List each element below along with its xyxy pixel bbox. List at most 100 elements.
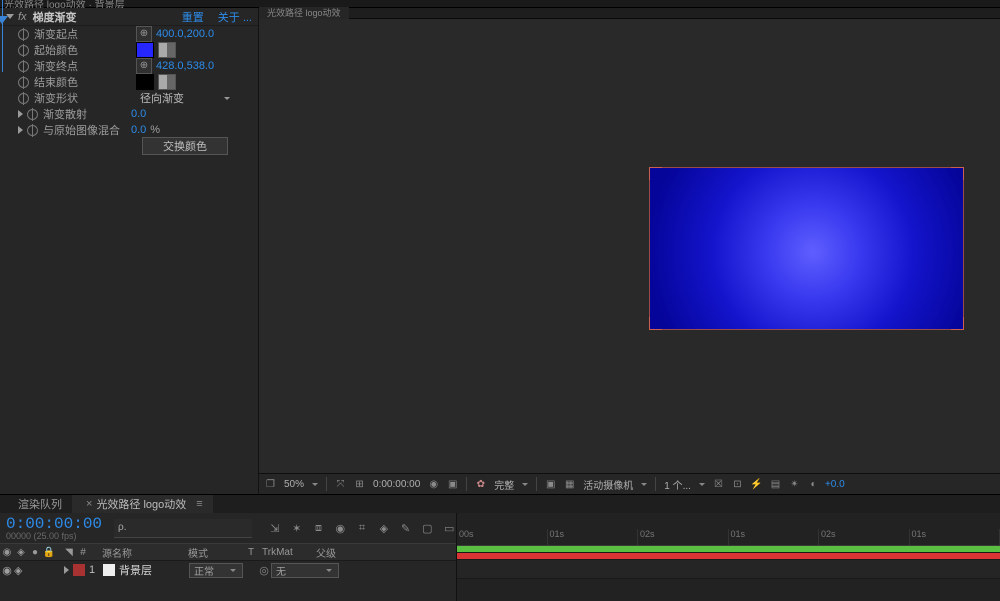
twirl-right-icon[interactable] xyxy=(18,110,23,118)
audio-column-icon[interactable]: ◈ xyxy=(14,547,28,558)
reset-link[interactable]: 重置 xyxy=(182,9,204,25)
stopwatch-icon[interactable] xyxy=(18,45,29,56)
work-area-track[interactable] xyxy=(457,546,1000,553)
share-icon[interactable]: ☒ xyxy=(711,477,726,492)
stopwatch-icon[interactable] xyxy=(18,29,29,40)
lock-column-icon[interactable]: 🔒 xyxy=(42,547,56,558)
shape-dropdown[interactable]: 径向渐变 xyxy=(136,91,234,106)
effect-header[interactable]: fx 梯度渐变 重置 关于 ... xyxy=(0,8,258,26)
tab-render-queue[interactable]: 渲染队列 xyxy=(8,495,72,513)
about-link[interactable]: 关于 ... xyxy=(218,9,252,25)
layer-index: 1 xyxy=(89,564,99,576)
stopwatch-icon[interactable] xyxy=(27,109,38,120)
transparency-grid-icon[interactable]: ▦ xyxy=(562,477,577,492)
eye-column-icon[interactable]: ◉ xyxy=(0,547,14,558)
audio-icon[interactable]: ◈ xyxy=(14,564,28,577)
swap-colors-button[interactable]: 交换颜色 xyxy=(142,137,228,155)
region-icon[interactable]: ▣ xyxy=(543,477,558,492)
solo-column-icon[interactable]: ● xyxy=(28,547,42,558)
crosshair-icon[interactable]: ⊕ xyxy=(136,26,152,42)
viewport[interactable] xyxy=(259,19,1000,473)
monitor-icon[interactable]: ❐ xyxy=(263,477,278,492)
effects-panel: fx 梯度渐变 重置 关于 ... 渐变起点 ⊕ 400.0,200.0 起始颜… xyxy=(0,8,259,494)
label-color[interactable] xyxy=(73,564,85,576)
timeline-panel: 渲染队列 × 光效路径 logo动效 ≡ 0:00:00:00 00000 (2… xyxy=(0,494,1000,601)
timeline-right[interactable]: 00s 01s 02s 01s 02s 01s xyxy=(457,513,1000,601)
prop-end-color: 结束颜色 xyxy=(0,74,258,90)
show-snapshot-icon[interactable]: ▣ xyxy=(445,477,460,492)
end-point-value[interactable]: 428.0,538.0 xyxy=(156,60,214,72)
crop-corner-icon xyxy=(951,167,964,180)
twirl-right-icon[interactable] xyxy=(18,126,23,134)
parent-header[interactable]: 父级 xyxy=(316,545,366,560)
more-icon[interactable]: ▭ xyxy=(442,522,456,535)
solid-icon xyxy=(103,564,115,576)
prop-shape: 渐变形状 径向渐变 xyxy=(0,90,258,106)
snapshot-icon[interactable]: ◉ xyxy=(426,477,441,492)
prop-swap: 交换颜色 xyxy=(0,138,258,154)
preview-time[interactable]: 0:00:00:00 xyxy=(371,479,422,490)
exposure-value[interactable]: +0.0 xyxy=(825,479,845,490)
views-select[interactable]: 1 个... xyxy=(662,477,693,492)
brainstorm-icon[interactable]: ◈ xyxy=(377,522,391,535)
exposure-reset-icon[interactable]: ◐ xyxy=(806,477,821,492)
motion-blur-icon[interactable]: ◉ xyxy=(333,522,347,535)
layer-columns-header: ◉ ◈ ● 🔒 ◥ # 源名称 模式 T TrkMat 父级 xyxy=(0,543,456,561)
blend-value[interactable]: 0.0 xyxy=(131,124,146,136)
channel-icon[interactable]: ✿ xyxy=(473,477,488,492)
prop-start-point: 渐变起点 ⊕ 400.0,200.0 xyxy=(0,26,258,42)
fast-preview-icon[interactable]: ⚡ xyxy=(749,477,764,492)
camera-select[interactable]: 活动摄像机 xyxy=(581,477,635,492)
panel-menu-icon[interactable]: ≡ xyxy=(196,498,202,510)
resolution-icon[interactable]: ⤧ xyxy=(333,477,348,492)
twirl-right-icon[interactable] xyxy=(64,566,69,574)
eyedropper-icon[interactable] xyxy=(158,42,176,58)
top-breadcrumb: 光效路径 logo动效 · 背景层 xyxy=(0,0,1000,8)
start-point-value[interactable]: 400.0,200.0 xyxy=(156,28,214,40)
eye-icon[interactable]: ◉ xyxy=(0,564,14,577)
timeline-icon[interactable]: ▤ xyxy=(768,477,783,492)
prop-start-color: 起始颜色 xyxy=(0,42,258,58)
frame-blend-icon[interactable]: ⧈ xyxy=(312,522,326,535)
end-color-swatch[interactable] xyxy=(136,74,154,90)
viewer-footer: ❐ 50% ⤧ ⊞ 0:00:00:00 ◉ ▣ ✿ 完整 ▣ ▦ 活动摄像机 … xyxy=(259,473,1000,494)
source-name-header[interactable]: 源名称 xyxy=(102,545,188,560)
close-icon[interactable]: × xyxy=(86,498,92,510)
comp-tab[interactable]: 光效路径 logo动效 xyxy=(259,7,349,19)
prop-end-point: 渐变终点 ⊕ 428.0,538.0 xyxy=(0,58,258,74)
shy-icon[interactable]: ⇲ xyxy=(268,522,282,535)
scatter-value[interactable]: 0.0 xyxy=(131,108,146,120)
stopwatch-icon[interactable] xyxy=(18,61,29,72)
trkmat-header[interactable]: TrkMat xyxy=(262,547,316,558)
prop-scatter: 渐变散射 0.0 xyxy=(0,106,258,122)
time-ruler[interactable]: 00s 01s 02s 01s 02s 01s xyxy=(457,529,1000,546)
stopwatch-icon[interactable] xyxy=(18,93,29,104)
pixel-aspect-icon[interactable]: ⊡ xyxy=(730,477,745,492)
zoom-select[interactable]: 50% xyxy=(282,479,306,490)
preview-layer[interactable] xyxy=(649,167,964,330)
blend-mode-select[interactable]: 正常 xyxy=(189,563,243,578)
pickwhip-icon[interactable]: ◎ xyxy=(257,563,271,578)
start-color-swatch[interactable] xyxy=(136,42,154,58)
layer-bar[interactable] xyxy=(457,560,1000,579)
graph-editor-icon[interactable]: ⌗ xyxy=(355,522,369,535)
tab-comp[interactable]: × 光效路径 logo动效 ≡ xyxy=(72,495,213,513)
layer-name[interactable]: 背景层 xyxy=(119,562,189,578)
flowchart-icon[interactable]: ✴ xyxy=(787,477,802,492)
layer-row[interactable]: ◉ ◈ 1 背景层 正常 ◎ 无 xyxy=(0,561,456,579)
playhead[interactable] xyxy=(2,0,3,72)
cache-track xyxy=(457,553,1000,560)
crosshair-icon[interactable]: ⊕ xyxy=(136,58,152,74)
grid-icon[interactable]: ⊞ xyxy=(352,477,367,492)
adjustment-icon[interactable]: ✎ xyxy=(399,522,413,535)
stopwatch-icon[interactable] xyxy=(18,77,29,88)
search-input[interactable] xyxy=(114,519,252,538)
stopwatch-icon[interactable] xyxy=(27,125,38,136)
trkmat-select[interactable]: 无 xyxy=(271,563,339,578)
mode-header[interactable]: 模式 xyxy=(188,545,248,560)
collapse-icon[interactable]: ✶ xyxy=(290,522,304,535)
toggle-switches-icon[interactable]: ▢ xyxy=(420,522,434,535)
effect-name: 梯度渐变 xyxy=(33,9,168,25)
eyedropper-icon[interactable] xyxy=(158,74,176,90)
resolution-select[interactable]: 完整 xyxy=(492,477,516,492)
